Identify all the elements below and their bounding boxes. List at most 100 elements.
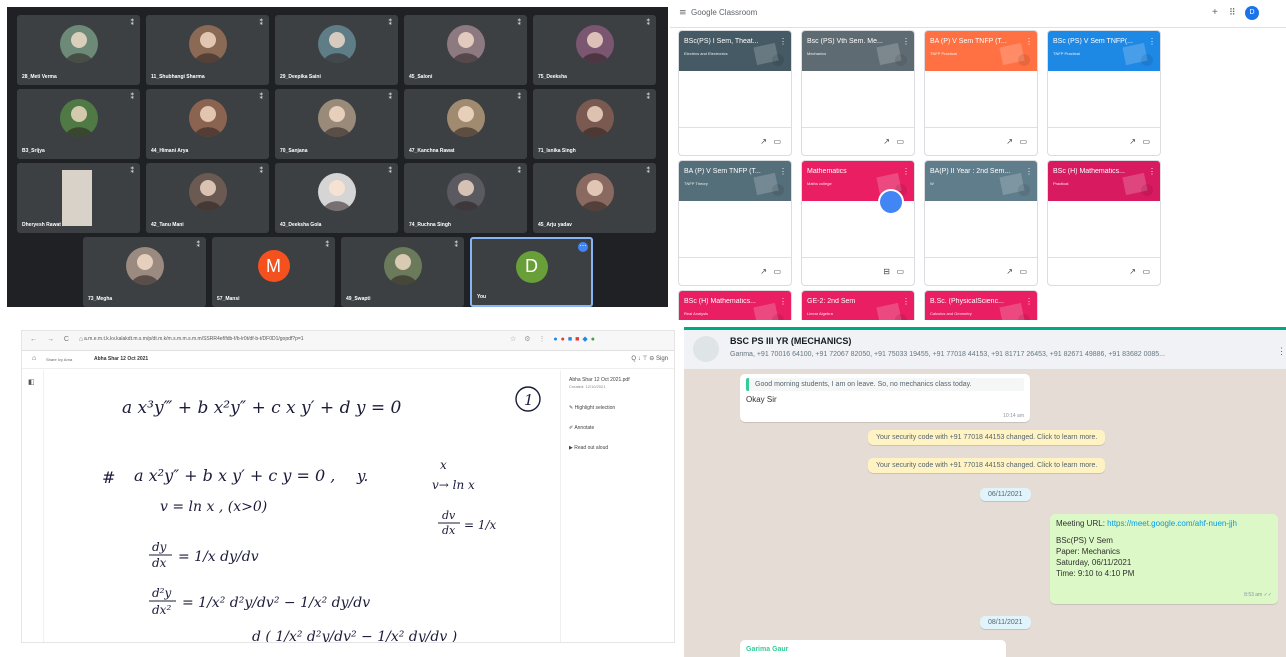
class-title[interactable]: B.Sc. (PhysicalScienc... (930, 298, 1027, 305)
url-field[interactable]: a.m.e.m.t.k.kv.kalakdt.m.s.m/p/dt.m.k/m.… (84, 336, 384, 342)
class-options-icon[interactable]: ⋮ (902, 37, 910, 46)
folder-icon[interactable]: ▭ (1019, 267, 1027, 276)
participant-tile[interactable]: ⁑ 71_Isnika Singh (533, 89, 656, 159)
folder-icon[interactable]: ▭ (1142, 137, 1150, 146)
class-options-icon[interactable]: ⋮ (902, 167, 910, 176)
class-options-icon[interactable]: ⋮ (779, 297, 787, 306)
class-card[interactable]: BSc (H) Mathematics... Practical ⋮ ↗ ▭ (1047, 160, 1161, 286)
class-options-icon[interactable]: ⋮ (1148, 167, 1156, 176)
class-title[interactable]: BSc (H) Mathematics... (1053, 168, 1150, 175)
home-icon[interactable]: ⌂ (32, 355, 36, 362)
class-card[interactable]: B.Sc. (PhysicalScienc... Calculus and Geo… (924, 290, 1038, 320)
class-card-banner[interactable]: BSc (H) Mathematics... Real Analysis ⋮ (679, 291, 791, 320)
participant-tile[interactable]: ⋯ D You (470, 237, 593, 307)
more-options-icon[interactable]: ⋮ (1277, 346, 1286, 357)
class-card[interactable]: GE-2: 2nd Sem Linear Algebra ⋮ (801, 290, 915, 320)
hamburger-icon[interactable]: ≡ (679, 8, 687, 18)
class-title[interactable]: BSc (H) Mathematics... (684, 298, 781, 305)
participant-tile[interactable]: ⁑ 45_Arju yadav (533, 163, 656, 233)
group-name[interactable]: BSC PS III YR (MECHANICS) (730, 336, 851, 346)
class-card[interactable]: BA (P) V Sem TNFP (T... TNFP Theory ⋮ ↗ ▭ (678, 160, 792, 286)
class-card-banner[interactable]: BA(P) II Year : 2nd Sem... W ⋮ (925, 161, 1037, 201)
class-card-banner[interactable]: BSc (H) Mathematics... Practical ⋮ (1048, 161, 1160, 201)
participant-tile[interactable]: ⁑ 28_Meti Verma (17, 15, 140, 85)
pdf-tool-buttons[interactable]: Q ↓ ⊤ ⊖ Sign (631, 355, 668, 362)
message-out[interactable]: Meeting URL: https://meet.google.com/ahf… (1050, 514, 1278, 604)
trending-icon[interactable]: ↗ (1129, 267, 1136, 276)
gradebook-icon[interactable]: ⊟ (883, 267, 890, 276)
document-tab[interactable]: Abha Shar 12 Oct 2021 (94, 356, 148, 362)
trending-icon[interactable]: ↗ (1006, 137, 1013, 146)
participant-tile[interactable]: ⁑ Dheryesh Rawat (17, 163, 140, 233)
page-thumbnails-icon[interactable]: ◧ (28, 378, 35, 386)
participant-tile[interactable]: ⁑ 43_Deeksha Gola (275, 163, 398, 233)
folder-icon[interactable]: ▭ (773, 267, 781, 276)
message-sender[interactable]: Garima Gaur (746, 646, 788, 653)
class-card[interactable]: BSc(PS) I Sem, Theat... Electrics and Ele… (678, 30, 792, 156)
folder-icon[interactable]: ▭ (1142, 267, 1150, 276)
class-card[interactable]: Mathematics Maths college ⋮ ⊟ ▭ (801, 160, 915, 286)
folder-icon[interactable]: ▭ (773, 137, 781, 146)
class-card-banner[interactable]: GE-2: 2nd Sem Linear Algebra ⋮ (802, 291, 914, 320)
class-title[interactable]: GE-2: 2nd Sem (807, 298, 904, 305)
tile-menu-icon[interactable]: ⋯ (578, 242, 588, 252)
class-options-icon[interactable]: ⋮ (902, 297, 910, 306)
participant-tile[interactable]: ⁑ 29_Deepika Saini (275, 15, 398, 85)
class-card-banner[interactable]: Bsc (PS) Vth Sem. Me... Mechanics ⋮ (802, 31, 914, 71)
chat-header[interactable]: BSC PS III YR (MECHANICS) Garima, +91 70… (684, 330, 1286, 370)
class-card-banner[interactable]: B.Sc. (PhysicalScienc... Calculus and Geo… (925, 291, 1037, 320)
trending-icon[interactable]: ↗ (883, 137, 890, 146)
browser-nav-buttons[interactable]: ← → C ⌂ (30, 336, 87, 343)
class-title[interactable]: BA (P) V Sem TNFP (T... (684, 168, 781, 175)
class-options-icon[interactable]: ⋮ (1025, 37, 1033, 46)
participant-tile[interactable]: ⁑ 49_Swapti (341, 237, 464, 307)
class-title[interactable]: BA (P) V Sem TNFP (T... (930, 38, 1027, 45)
class-options-icon[interactable]: ⋮ (1148, 37, 1156, 46)
participant-tile[interactable]: ⁑ 47_Kanchna Rawat (404, 89, 527, 159)
classroom-title[interactable]: Google Classroom (691, 8, 757, 17)
class-card[interactable]: Bsc (PS) Vth Sem. Me... Mechanics ⋮ ↗ ▭ (801, 30, 915, 156)
annotate-action[interactable]: ✐ Annotate (569, 425, 594, 431)
meeting-link[interactable]: https://meet.google.com/ahf-nuen-jjh (1107, 519, 1237, 528)
class-card[interactable]: BA(P) II Year : 2nd Sem... W ⋮ ↗ ▭ (924, 160, 1038, 286)
class-card-banner[interactable]: BSc (PS) V Sem TNFP(... TNFP Practical ⋮ (1048, 31, 1160, 71)
class-title[interactable]: Mathematics (807, 168, 904, 175)
class-card-banner[interactable]: BA (P) V Sem TNFP (T... TNFP Practical ⋮ (925, 31, 1037, 71)
group-avatar[interactable] (693, 336, 719, 362)
trending-icon[interactable]: ↗ (760, 267, 767, 276)
participant-tile[interactable]: ⁑ 73_Megha (83, 237, 206, 307)
class-title[interactable]: BA(P) II Year : 2nd Sem... (930, 168, 1027, 175)
folder-icon[interactable]: ▭ (1019, 137, 1027, 146)
class-title[interactable]: BSc(PS) I Sem, Theat... (684, 38, 781, 45)
trending-icon[interactable]: ↗ (1129, 137, 1136, 146)
highlight-action[interactable]: ✎ Highlight selection (569, 405, 615, 411)
class-options-icon[interactable]: ⋮ (779, 37, 787, 46)
message-in[interactable]: Garima Gaur (740, 640, 1006, 657)
browser-extension-icons[interactable]: ☆ ⚙ ⋮ ●●■■◆● (510, 335, 598, 343)
participant-tile[interactable]: ⁑ B3_Srijya (17, 89, 140, 159)
message-in[interactable]: Good morning students, I am on leave. So… (740, 374, 1030, 422)
class-card[interactable]: BSc (H) Mathematics... Real Analysis ⋮ (678, 290, 792, 320)
read-aloud-action[interactable]: ▶ Read out aloud (569, 445, 608, 451)
quoted-message[interactable]: Good morning students, I am on leave. So… (746, 378, 1024, 391)
participant-tile[interactable]: ⁑ 11_Shubhangi Sharma (146, 15, 269, 85)
account-avatar[interactable]: D (1245, 6, 1259, 20)
participant-tile[interactable]: ⁑ 74_Ruchna Singh (404, 163, 527, 233)
participant-tile[interactable]: ⁑ M 57_Mansi (212, 237, 335, 307)
participant-tile[interactable]: ⁑ 42_Tanu Mani (146, 163, 269, 233)
trending-icon[interactable]: ↗ (760, 137, 767, 146)
security-code-notice[interactable]: Your security code with +91 77018 44153 … (868, 458, 1106, 473)
participant-tile[interactable]: ⁑ 75_Deeksha (533, 15, 656, 85)
apps-grid-icon[interactable]: ⠿ (1229, 7, 1236, 18)
class-options-icon[interactable]: ⋮ (1025, 297, 1033, 306)
class-title[interactable]: Bsc (PS) Vth Sem. Me... (807, 38, 904, 45)
trending-icon[interactable]: ↗ (1006, 267, 1013, 276)
participant-tile[interactable]: ⁑ 44_Himani Arya (146, 89, 269, 159)
add-class-icon[interactable]: + (1212, 7, 1218, 18)
class-title[interactable]: BSc (PS) V Sem TNFP(... (1053, 38, 1150, 45)
security-code-notice[interactable]: Your security code with +91 77018 44153 … (868, 430, 1106, 445)
participant-tile[interactable]: ⁑ 45_Saloni (404, 15, 527, 85)
class-card-banner[interactable]: BSc(PS) I Sem, Theat... Electrics and Ele… (679, 31, 791, 71)
folder-icon[interactable]: ▭ (896, 137, 904, 146)
folder-icon[interactable]: ▭ (896, 267, 904, 276)
